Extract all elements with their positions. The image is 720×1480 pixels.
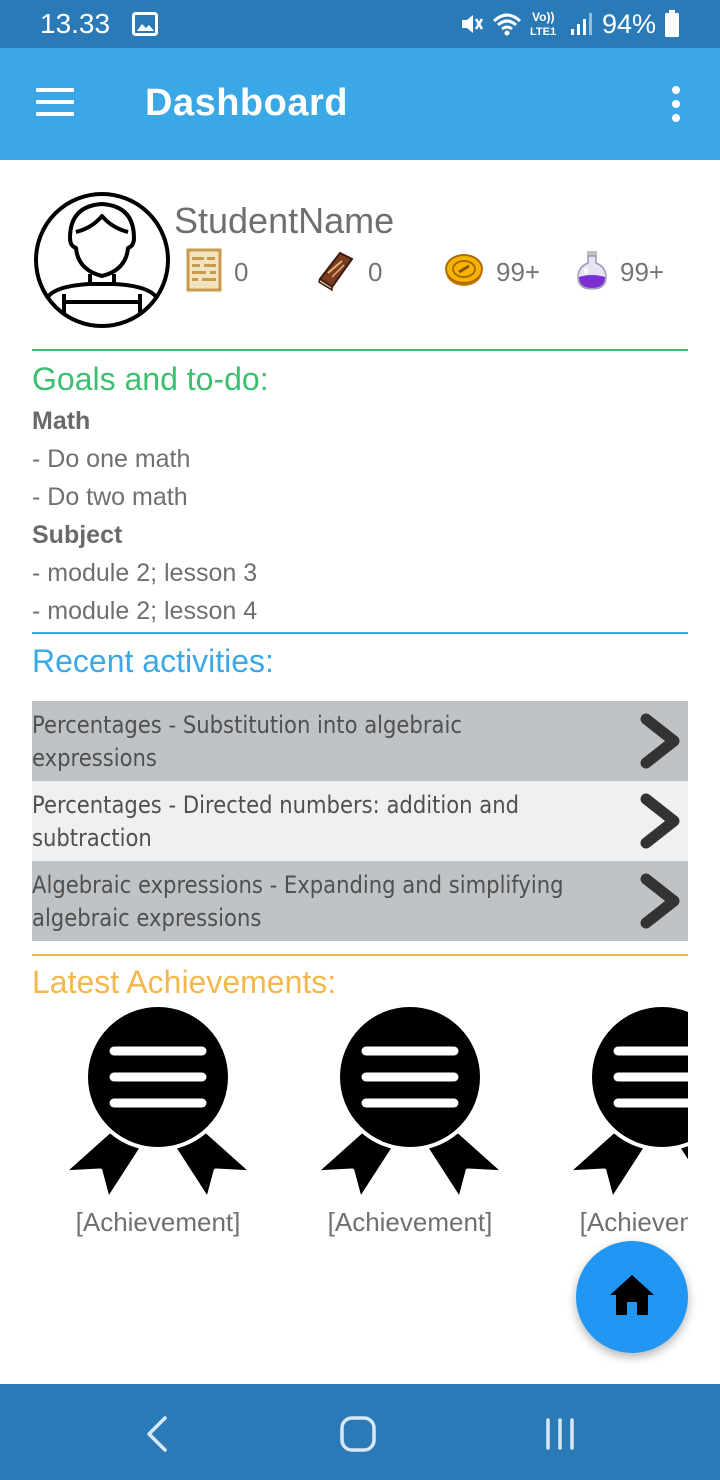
avatar[interactable] xyxy=(32,190,172,330)
potion-stat: 99+ xyxy=(576,250,664,294)
home-icon xyxy=(608,1273,656,1322)
goal-item: - module 2; lesson 4 xyxy=(32,597,258,625)
award-ribbon-icon xyxy=(59,1005,257,1204)
status-time: 13.33 xyxy=(40,8,111,39)
book-icon xyxy=(314,249,356,296)
activity-row[interactable]: Algebraic expressions - Expanding and si… xyxy=(32,861,688,941)
award-ribbon-icon xyxy=(563,1005,688,1204)
activity-title-line2: subtraction xyxy=(32,824,152,852)
award-ribbon-icon xyxy=(311,1005,509,1204)
book-stat: 0 xyxy=(314,250,382,294)
abacus-count: 0 xyxy=(234,256,249,287)
activity-title-line1: Algebraic expressions - Expanding and si… xyxy=(32,871,564,899)
activity-title-line2: algebraic expressions xyxy=(32,904,262,932)
goals-title: Goals and to-do: xyxy=(32,361,269,397)
potion-count: 99+ xyxy=(620,256,665,287)
goals-list: Math - Do one math - Do two math Subject… xyxy=(32,402,682,630)
recent-title: Recent activities: xyxy=(32,643,274,679)
activity-row[interactable]: Percentages - Directed numbers: addition… xyxy=(32,781,688,861)
goal-item: - Do two math xyxy=(32,483,188,511)
volte-icon: Vo)) LTE1 xyxy=(530,9,562,39)
home-fab-button[interactable] xyxy=(576,1241,688,1353)
achievements-list: [Achievement] [Achievement] [Achievement… xyxy=(32,1005,688,1245)
more-vert-icon[interactable] xyxy=(664,84,688,124)
book-count: 0 xyxy=(368,256,383,287)
abacus-stat: 0 xyxy=(186,248,249,297)
back-icon[interactable] xyxy=(132,1412,182,1456)
goals-divider xyxy=(32,349,688,351)
activity-title-line1: Percentages - Substitution into algebrai… xyxy=(32,711,462,739)
chevron-right-icon[interactable] xyxy=(638,793,682,854)
achievements-title: Latest Achievements: xyxy=(32,964,337,1000)
app-bar: Dashboard xyxy=(0,48,720,160)
recents-icon[interactable] xyxy=(535,1412,585,1456)
chevron-right-icon[interactable] xyxy=(638,713,682,774)
activity-title-line2: expressions xyxy=(32,744,157,772)
coin-icon xyxy=(444,252,484,293)
goal-group-label: Math xyxy=(32,407,91,435)
svg-text:Vo)): Vo)) xyxy=(532,10,554,24)
system-nav-bar xyxy=(0,1384,720,1480)
status-bar: 13.33 Vo)) LTE1 94% xyxy=(0,0,720,48)
achievements-divider xyxy=(32,954,688,956)
chevron-right-icon[interactable] xyxy=(638,873,682,934)
achievement-label: [Achievement] xyxy=(327,1207,493,1237)
home-circle-icon[interactable] xyxy=(333,1412,383,1456)
coin-stat: 99+ xyxy=(444,250,540,294)
coin-count: 99+ xyxy=(496,256,541,287)
abacus-icon xyxy=(186,248,222,297)
signal-icon xyxy=(570,11,594,37)
svg-text:LTE1: LTE1 xyxy=(530,26,556,38)
menu-icon[interactable] xyxy=(36,86,76,118)
goal-item: - Do one math xyxy=(32,445,191,473)
recent-activities-list: Percentages - Substitution into algebrai… xyxy=(32,701,688,941)
page-title: Dashboard xyxy=(145,82,348,124)
battery-percent: 94% xyxy=(601,8,656,39)
wifi-icon xyxy=(492,11,522,37)
image-icon xyxy=(132,12,158,41)
achievement-label: [Achievement] xyxy=(75,1207,241,1237)
achievement-label: [Achievement] xyxy=(579,1207,688,1237)
goal-item: - module 2; lesson 3 xyxy=(32,559,258,587)
recent-divider xyxy=(32,632,688,634)
activity-title-line1: Percentages - Directed numbers: addition… xyxy=(32,791,519,819)
student-name: StudentName xyxy=(174,200,395,241)
battery-icon xyxy=(664,10,680,38)
goal-group-label: Subject xyxy=(32,521,123,549)
potion-icon xyxy=(576,249,608,296)
activity-row[interactable]: Percentages - Substitution into algebrai… xyxy=(32,701,688,781)
mute-icon xyxy=(458,11,484,37)
